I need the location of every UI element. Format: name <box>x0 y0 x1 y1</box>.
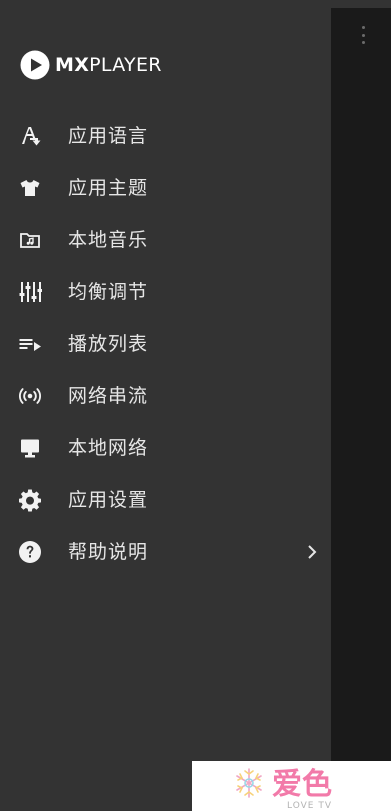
music-folder-icon <box>18 228 42 252</box>
menu-item-theme[interactable]: 应用主题 <box>0 162 331 214</box>
menu-item-language[interactable]: 应用语言 <box>0 110 331 162</box>
app-name: MXPLAYER <box>55 54 162 76</box>
app-logo: MXPLAYER <box>20 50 162 80</box>
menu-item-settings[interactable]: 应用设置 <box>0 474 331 526</box>
menu-item-label: 播放列表 <box>68 333 149 355</box>
equalizer-icon <box>18 280 42 304</box>
app-screen: MXPLAYER 应用语言 应用主题 本地音乐 均衡调节 播放列表 网络串流 本… <box>0 0 391 811</box>
watermark-title: 爱色 <box>272 767 332 802</box>
navigation-drawer: MXPLAYER 应用语言 应用主题 本地音乐 均衡调节 播放列表 网络串流 本… <box>0 0 331 811</box>
menu-item-label: 本地网络 <box>68 437 149 459</box>
tshirt-icon <box>18 176 42 200</box>
content-pane <box>331 0 391 811</box>
menu-item-equalizer[interactable]: 均衡调节 <box>0 266 331 318</box>
watermark-logo: 爱色 LOVE TV <box>192 761 391 811</box>
snowflake-logo-icon: 爱色 LOVE TV <box>236 767 332 811</box>
gear-icon <box>18 488 42 512</box>
chevron-right-icon[interactable] <box>307 544 317 560</box>
menu-item-label: 应用语言 <box>68 125 149 147</box>
menu-item-label: 网络串流 <box>68 385 149 407</box>
menu-item-label: 帮助说明 <box>68 541 149 563</box>
playlist-icon <box>18 332 42 356</box>
menu-item-label: 应用设置 <box>68 489 149 511</box>
menu-item-label: 均衡调节 <box>68 281 149 303</box>
menu-item-network-stream[interactable]: 网络串流 <box>0 370 331 422</box>
monitor-icon <box>18 436 42 460</box>
menu-item-local-music[interactable]: 本地音乐 <box>0 214 331 266</box>
menu-item-label: 本地音乐 <box>68 229 149 251</box>
drawer-menu: 应用语言 应用主题 本地音乐 均衡调节 播放列表 网络串流 本地网络 应用设置 … <box>0 110 331 578</box>
more-options-icon[interactable] <box>355 24 371 46</box>
help-icon <box>18 540 42 564</box>
menu-item-help[interactable]: 帮助说明 <box>0 526 331 578</box>
menu-item-label: 应用主题 <box>68 177 149 199</box>
menu-item-local-network[interactable]: 本地网络 <box>0 422 331 474</box>
watermark-subtitle: LOVE TV <box>287 801 332 811</box>
broadcast-icon <box>18 384 42 408</box>
status-strip <box>331 0 391 8</box>
play-logo-icon <box>20 50 50 80</box>
language-icon <box>18 124 42 148</box>
menu-item-playlist[interactable]: 播放列表 <box>0 318 331 370</box>
